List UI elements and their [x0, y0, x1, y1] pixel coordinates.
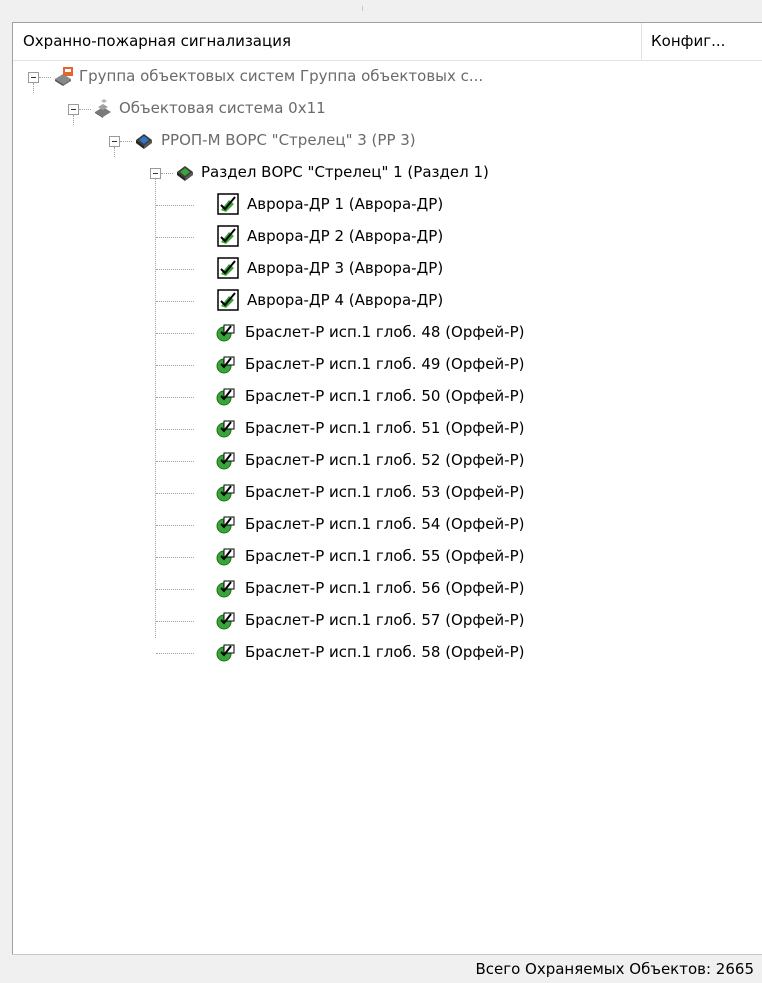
collapse-toggle[interactable] — [109, 136, 120, 147]
tree-connector — [156, 301, 194, 302]
tree-connector — [156, 589, 194, 590]
tree-node-label: Раздел ВОРС "Стрелец" 1 (Раздел 1) — [201, 163, 489, 181]
tree-connector — [156, 269, 194, 270]
tree-connector — [156, 461, 194, 462]
tree-connector — [156, 397, 194, 398]
tree-node-label: Аврора-ДР 4 (Аврора-ДР) — [247, 291, 444, 309]
column-header: Охранно-пожарная сигнализация Конфиг... — [13, 23, 762, 61]
tree-node-label: Браслет-Р исп.1 глоб. 58 (Орфей-Р) — [245, 643, 525, 661]
tree-connector — [39, 77, 51, 78]
tree-node-bracelet[interactable]: Браслет-Р исп.1 глоб. 53 (Орфей-Р) — [13, 477, 762, 509]
tree-node-bracelet[interactable]: Браслет-Р исп.1 глоб. 49 (Орфей-Р) — [13, 349, 762, 381]
tree-connector — [156, 557, 194, 558]
tree-node-bracelet[interactable]: Браслет-Р исп.1 глоб. 48 (Орфей-Р) — [13, 317, 762, 349]
tree-connector — [120, 141, 132, 142]
tree-node-label: Аврора-ДР 3 (Аврора-ДР) — [247, 259, 444, 277]
tree-connector — [156, 621, 194, 622]
tree-connector — [79, 109, 91, 110]
tree-panel: Охранно-пожарная сигнализация Конфиг... … — [12, 22, 762, 954]
detector-icon — [217, 289, 239, 311]
tree-node-aurora[interactable]: Аврора-ДР 3 (Аврора-ДР) — [13, 253, 762, 285]
tree-node-label: Браслет-Р исп.1 глоб. 51 (Орфей-Р) — [245, 419, 525, 437]
tree-node-bracelet[interactable]: Браслет-Р исп.1 глоб. 57 (Орфей-Р) — [13, 605, 762, 637]
bracelet-icon — [216, 548, 235, 566]
bracelet-icon — [216, 388, 235, 406]
tree-node-bracelet[interactable]: Браслет-Р исп.1 глоб. 56 (Орфей-Р) — [13, 573, 762, 605]
object-group-icon — [55, 67, 73, 86]
tree-node-label: Аврора-ДР 2 (Аврора-ДР) — [247, 227, 444, 245]
collapse-toggle[interactable] — [28, 72, 39, 83]
tree-connector — [156, 429, 194, 430]
tree-node-bracelet[interactable]: Браслет-Р исп.1 глоб. 52 (Орфей-Р) — [13, 445, 762, 477]
object-tree: Группа объектовых систем Группа объектов… — [13, 61, 762, 954]
tree-node-label: Браслет-Р исп.1 глоб. 49 (Орфей-Р) — [245, 355, 525, 373]
bracelet-icon — [216, 612, 235, 630]
detector-icon — [217, 225, 239, 247]
tree-node-label: Браслет-Р исп.1 глоб. 48 (Орфей-Р) — [245, 323, 525, 341]
detector-icon — [217, 257, 239, 279]
bracelet-icon — [216, 580, 235, 598]
tree-node-bracelet[interactable]: Браслет-Р исп.1 глоб. 55 (Орфей-Р) — [13, 541, 762, 573]
tree-node-bracelet[interactable]: Браслет-Р исп.1 глоб. 58 (Орфей-Р) — [13, 637, 762, 669]
tree-node-label: Браслет-Р исп.1 глоб. 55 (Орфей-Р) — [245, 547, 525, 565]
tree-connector — [156, 525, 194, 526]
tree-connector — [161, 173, 173, 174]
bracelet-icon — [216, 644, 235, 662]
tree-node-label: Объектовая система 0x11 — [119, 99, 326, 117]
bracelet-icon — [216, 420, 235, 438]
bracelet-icon — [216, 484, 235, 502]
tree-node-aurora[interactable]: Аврора-ДР 1 (Аврора-ДР) — [13, 189, 762, 221]
tree-node-object-group[interactable]: Группа объектовых систем Группа объектов… — [13, 61, 762, 93]
object-system-icon — [95, 99, 111, 118]
tree-node-bracelet[interactable]: Браслет-Р исп.1 глоб. 51 (Орфей-Р) — [13, 413, 762, 445]
tree-connector — [156, 205, 194, 206]
tree-node-bracelet[interactable]: Браслет-Р исп.1 глоб. 54 (Орфей-Р) — [13, 509, 762, 541]
tree-connector — [156, 237, 194, 238]
bracelet-icon — [216, 516, 235, 534]
section-icon — [177, 166, 193, 181]
collapse-toggle[interactable] — [68, 104, 79, 115]
status-bar: Всего Охраняемых Объектов: 2665 — [12, 954, 762, 983]
tree-node-label: Браслет-Р исп.1 глоб. 53 (Орфей-Р) — [245, 483, 525, 501]
tree-connector — [156, 333, 194, 334]
tree-node-label: Браслет-Р исп.1 глоб. 56 (Орфей-Р) — [245, 579, 525, 597]
tree-node-label: Браслет-Р исп.1 глоб. 54 (Орфей-Р) — [245, 515, 525, 533]
tree-node-label: РРОП-М ВОРС "Стрелец" 3 (РР 3) — [161, 131, 416, 149]
bracelet-icon — [216, 452, 235, 470]
tree-node-label: Браслет-Р исп.1 глоб. 52 (Орфей-Р) — [245, 451, 525, 469]
total-objects-count: Всего Охраняемых Объектов: 2665 — [475, 960, 754, 978]
tree-connector — [156, 365, 194, 366]
device-icon — [136, 134, 152, 149]
tree-node-label: Аврора-ДР 1 (Аврора-ДР) — [247, 195, 444, 213]
tree-node-device[interactable]: РРОП-М ВОРС "Стрелец" 3 (РР 3) — [13, 125, 762, 157]
top-strip — [0, 0, 762, 22]
tree-node-label: Браслет-Р исп.1 глоб. 50 (Орфей-Р) — [245, 387, 525, 405]
tree-node-object-system[interactable]: Объектовая система 0x11 — [13, 93, 762, 125]
tree-node-label: Группа объектовых систем Группа объектов… — [79, 67, 484, 85]
bracelet-icon — [216, 356, 235, 374]
column-header-config[interactable]: Конфиг... — [651, 32, 725, 50]
splitter-tick — [362, 6, 363, 11]
tree-node-bracelet[interactable]: Браслет-Р исп.1 глоб. 50 (Орфей-Р) — [13, 381, 762, 413]
column-separator[interactable] — [641, 23, 642, 60]
collapse-toggle[interactable] — [150, 168, 161, 179]
detector-icon — [217, 193, 239, 215]
tree-connector — [156, 653, 194, 654]
tree-node-aurora[interactable]: Аврора-ДР 4 (Аврора-ДР) — [13, 285, 762, 317]
bracelet-icon — [216, 324, 235, 342]
column-header-security-alarm[interactable]: Охранно-пожарная сигнализация — [23, 32, 291, 50]
tree-node-label: Браслет-Р исп.1 глоб. 57 (Орфей-Р) — [245, 611, 525, 629]
tree-connector — [156, 493, 194, 494]
tree-node-section[interactable]: Раздел ВОРС "Стрелец" 1 (Раздел 1) — [13, 157, 762, 189]
tree-node-aurora[interactable]: Аврора-ДР 2 (Аврора-ДР) — [13, 221, 762, 253]
